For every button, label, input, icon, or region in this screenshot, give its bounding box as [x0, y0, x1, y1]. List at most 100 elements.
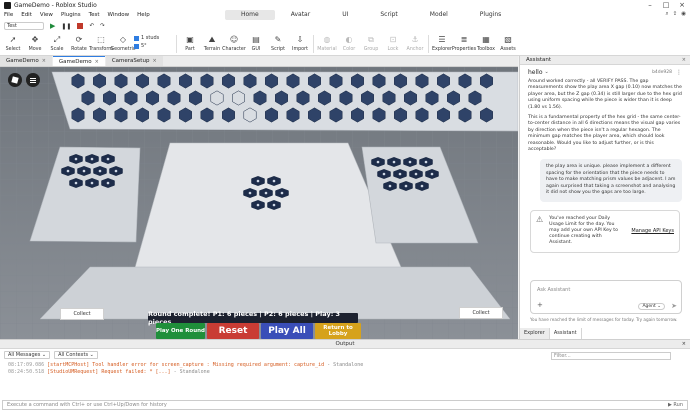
tool-select[interactable]: ➚ Select	[2, 32, 24, 52]
tool-character[interactable]: ☺ Character	[222, 32, 246, 52]
tool-group[interactable]: ⧉ Group	[360, 32, 382, 53]
doc-tab-gamedemo-2[interactable]: GameDemo ×	[52, 56, 105, 67]
context-filter-select[interactable]: All Contexts ⌄	[54, 350, 98, 359]
test-mode-select[interactable]: Test	[4, 22, 44, 30]
snap-settings: 1 studs 5°	[134, 32, 174, 49]
tool-label: Geometric	[110, 47, 136, 52]
tab-ui[interactable]: UI	[326, 10, 364, 20]
conversation-title[interactable]: hello	[528, 69, 543, 76]
tool-assets[interactable]: ▧ Assets	[497, 32, 519, 52]
doc-tab-label: GameDemo	[6, 58, 39, 64]
tool-rotate[interactable]: ⟳ Rotate	[68, 32, 90, 52]
hamburger-menu-icon[interactable]	[26, 73, 40, 87]
more-options-icon[interactable]: ⋮	[676, 69, 682, 76]
share-icon[interactable]: ⇪	[673, 11, 678, 18]
message-filter-select[interactable]: All Messages ⌄	[4, 350, 51, 359]
menu-edit[interactable]: Edit	[17, 12, 36, 18]
minimize-icon[interactable]: –	[642, 1, 658, 9]
play-one-round-button[interactable]: Play One Round	[156, 323, 205, 339]
tool-label: Anchor	[406, 47, 424, 52]
agent-mode-select[interactable]: Agent ⌄	[638, 303, 665, 310]
play-all-button[interactable]: Play All	[261, 323, 313, 339]
piece-marking	[82, 169, 86, 173]
tab-assistant[interactable]: Assistant	[549, 328, 582, 339]
tool-properties[interactable]: ≣ Properties	[451, 32, 477, 52]
menu-window[interactable]: Window	[103, 12, 133, 18]
tool-anchor[interactable]: ⚓ Anchor	[404, 32, 426, 52]
piece-marking	[74, 181, 78, 185]
tool-label: GUI	[251, 47, 261, 52]
degrees-snap[interactable]: 5°	[134, 43, 174, 49]
redo-icon[interactable]: ↷	[100, 23, 105, 29]
play-icon[interactable]: ▶	[50, 22, 55, 30]
tool-color[interactable]: ◐ Color	[338, 32, 360, 52]
tool-material[interactable]: ◍ Material	[316, 32, 338, 52]
command-placeholder: Execute a command with Ctrl+ or use Ctrl…	[7, 402, 167, 408]
tool-gui[interactable]: ▤ GUI	[245, 32, 267, 52]
piece-marking	[98, 169, 102, 173]
tool-toolbox[interactable]: ▦ Toolbox	[475, 32, 497, 52]
log-timestamp: 08:24:50.518	[8, 369, 45, 375]
piece-marking	[424, 160, 428, 164]
stop-icon[interactable]	[77, 23, 84, 29]
search-icon[interactable]: ⌕	[665, 11, 668, 18]
menu-plugins[interactable]: Plugins	[57, 12, 85, 18]
output-filter-input[interactable]: Filter...	[551, 352, 671, 360]
limit-note: You have reached the limit of messages f…	[530, 317, 678, 322]
tool-label: Import	[292, 47, 308, 52]
close-icon[interactable]: ×	[682, 340, 686, 349]
tool-import[interactable]: ⇩ Import	[289, 32, 311, 52]
studs-snap[interactable]: 1 studs	[134, 35, 174, 41]
pause-icon[interactable]: ❚❚	[61, 23, 71, 30]
tool-move[interactable]: ✥ Move	[24, 32, 46, 52]
tab-plugins[interactable]: Plugins	[464, 10, 518, 20]
collect-button-right[interactable]: Collect	[459, 307, 503, 319]
menu-file[interactable]: File	[0, 12, 17, 18]
tool-geometric[interactable]: ◇ Geometric	[110, 32, 136, 52]
manage-api-keys-link[interactable]: Manage API Keys	[631, 228, 674, 234]
tool-label: Properties	[451, 47, 477, 52]
tool-explorer[interactable]: ☰ Explorer	[431, 32, 453, 52]
tool-part[interactable]: ▣ Part	[179, 32, 201, 52]
doc-tab-label: GameDemo	[58, 58, 92, 65]
geometric-icon: ◇	[119, 35, 127, 44]
piece-marking	[272, 179, 276, 183]
tool-scale[interactable]: ⤢ Scale	[46, 32, 68, 53]
tab-script[interactable]: Script	[364, 10, 413, 20]
titlebar-right-controls: ⌕ ⇪ ◉	[665, 11, 686, 18]
tool-terrain[interactable]: ⛰ Terrain	[201, 32, 223, 53]
assistant-input-box[interactable]: Ask Assistant + Agent ⌄ ➤	[530, 280, 682, 314]
chevron-down-icon[interactable]: ⌄	[545, 69, 549, 75]
menu-help[interactable]: Help	[133, 12, 154, 18]
roblox-logo-icon[interactable]	[8, 73, 22, 87]
tool-script[interactable]: ✎ Script	[267, 32, 289, 52]
menu-test[interactable]: Test	[85, 12, 104, 18]
doc-tab-camerasetup[interactable]: CameraSetup ×	[105, 56, 163, 66]
maximize-icon[interactable]: □	[658, 1, 674, 9]
close-icon[interactable]: ×	[152, 56, 156, 66]
close-icon[interactable]: ×	[42, 56, 46, 66]
menu-view[interactable]: View	[36, 12, 57, 18]
close-icon[interactable]: ×	[682, 57, 686, 63]
tool-transform[interactable]: ⬚ Transform	[89, 32, 113, 52]
tab-model[interactable]: Model	[414, 10, 464, 20]
run-button[interactable]: ▶ Run	[668, 401, 683, 409]
tool-lock[interactable]: ⊡ Lock	[382, 32, 404, 52]
tab-explorer[interactable]: Explorer	[520, 328, 550, 339]
tab-avatar[interactable]: Avatar	[275, 10, 326, 20]
tab-home[interactable]: Home	[225, 10, 275, 20]
game-viewport[interactable]: Collect Collect Round complete! P1: 6 pi…	[0, 67, 518, 339]
doc-tab-gamedemo-1[interactable]: GameDemo ×	[0, 56, 52, 66]
collect-button-left[interactable]: Collect	[60, 308, 104, 320]
close-icon[interactable]: ×	[674, 1, 690, 9]
command-bar-input[interactable]: Execute a command with Ctrl+ or use Ctrl…	[2, 400, 688, 410]
reset-button[interactable]: Reset	[207, 323, 259, 339]
account-icon[interactable]: ◉	[681, 11, 686, 18]
close-icon[interactable]: ×	[95, 57, 99, 67]
output-panel: Output × All Messages ⌄ All Contexts ⌄ F…	[0, 339, 690, 411]
attach-plus-icon[interactable]: +	[537, 301, 543, 309]
send-icon[interactable]: ➤	[671, 302, 677, 310]
undo-icon[interactable]: ↶	[89, 23, 94, 29]
return-to-lobby-button[interactable]: Return to Lobby	[315, 323, 361, 339]
tool-label: Explorer	[432, 47, 452, 52]
